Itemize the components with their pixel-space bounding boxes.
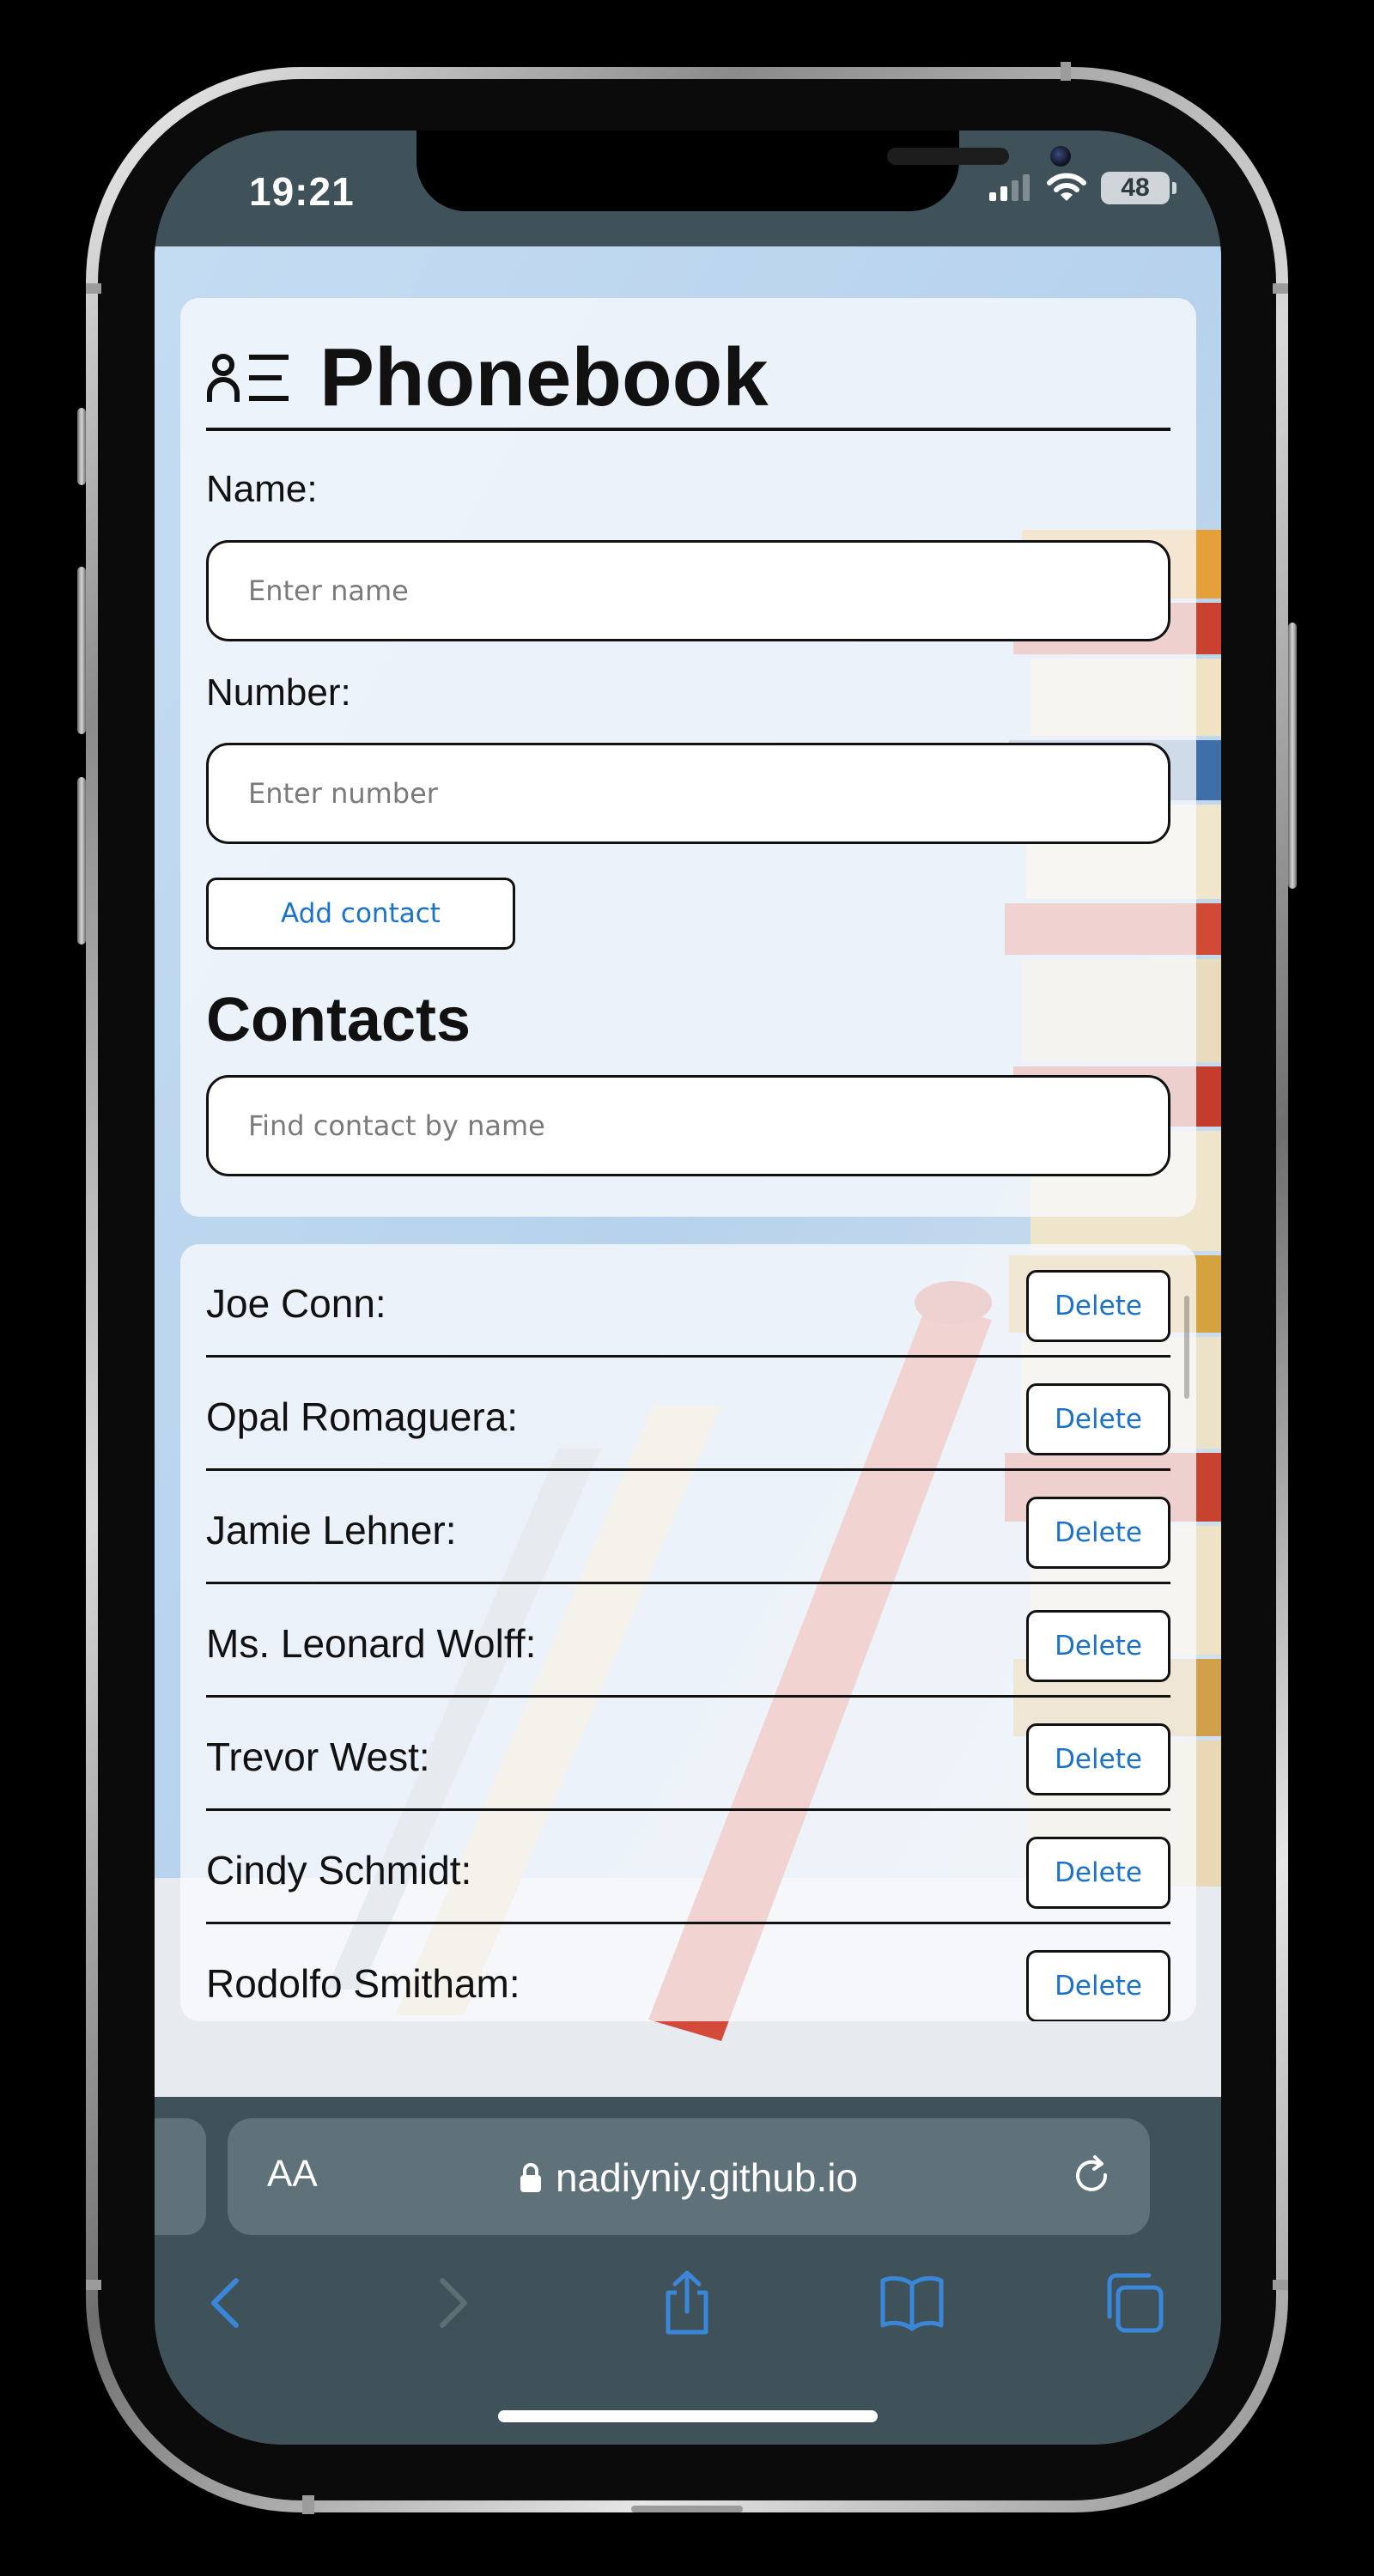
filter-input[interactable] <box>206 1075 1170 1176</box>
contact-name: Cindy Schmidt: <box>206 1848 472 1893</box>
antenna-band <box>86 283 101 294</box>
antenna-band <box>302 2495 314 2514</box>
notch <box>416 131 1071 211</box>
contact-name: Jamie Lehner: <box>206 1508 457 1552</box>
phone-screen: 19:21 48 Phonebook Name: Enter name Numb… <box>155 131 1221 2445</box>
back-icon[interactable] <box>193 2269 262 2337</box>
silent-switch <box>77 408 86 485</box>
contacts-list[interactable]: Joe Conn: Delete Opal Romaguera: Delete … <box>180 1244 1196 2021</box>
delete-button[interactable]: Delete <box>1026 1497 1170 1569</box>
power-button <box>1288 623 1297 889</box>
contact-row: Opal Romaguera: Delete <box>206 1358 1170 1471</box>
browser-chrome: AA nadiyniy.github.io <box>155 2097 1221 2445</box>
status-time: 19:21 <box>249 169 355 214</box>
contact-row: Jamie Lehner: Delete <box>206 1471 1170 1584</box>
contact-row: Joe Conn: Delete <box>206 1244 1170 1358</box>
status-icons: 48 <box>988 172 1176 204</box>
volume-down-button <box>77 777 86 945</box>
antenna-band <box>1273 283 1288 294</box>
forward-icon[interactable] <box>416 2269 485 2337</box>
delete-button[interactable]: Delete <box>1026 1270 1170 1342</box>
delete-button[interactable]: Delete <box>1026 1950 1170 2021</box>
reload-icon[interactable] <box>1069 2153 1117 2201</box>
browser-toolbar <box>155 2256 1221 2350</box>
app-header: Phonebook <box>206 328 1170 431</box>
contacts-icon <box>207 354 289 402</box>
name-input[interactable] <box>206 540 1170 641</box>
front-camera <box>1050 146 1071 167</box>
antenna-band <box>86 2280 101 2290</box>
contact-row: Trevor West: Delete <box>206 1698 1170 1811</box>
contact-row: Rodolfo Smitham: Delete <box>206 1924 1170 2021</box>
contact-name: Joe Conn: <box>206 1281 386 1326</box>
tabs-icon[interactable] <box>1099 2269 1168 2337</box>
number-label: Number: <box>206 671 351 714</box>
add-contact-button[interactable]: Add contact <box>206 878 515 950</box>
contact-row: Ms. Leonard Wolff: Delete <box>206 1584 1170 1698</box>
contact-row: Cindy Schmidt: Delete <box>206 1811 1170 1924</box>
delete-button[interactable]: Delete <box>1026 1383 1170 1455</box>
bookmarks-icon[interactable] <box>878 2269 946 2337</box>
battery-icon: 48 <box>1101 172 1176 204</box>
home-indicator[interactable] <box>498 2410 878 2422</box>
delete-button[interactable]: Delete <box>1026 1837 1170 1909</box>
contact-name: Trevor West: <box>206 1735 430 1779</box>
antenna-band <box>1061 62 1071 81</box>
url-display[interactable]: nadiyniy.github.io <box>228 2154 1150 2201</box>
page-title: Phonebook <box>319 331 769 423</box>
volume-up-button <box>77 567 86 734</box>
antenna-band <box>631 2506 743 2512</box>
url-text: nadiyniy.github.io <box>555 2155 859 2200</box>
earpiece-speaker <box>887 148 1009 165</box>
web-content[interactable]: Phonebook Name: Number: Add contact Cont… <box>155 246 1221 2097</box>
phonebook-form-card: Phonebook Name: Number: Add contact Cont… <box>180 298 1196 1217</box>
battery-level: 48 <box>1121 173 1150 202</box>
address-bar[interactable]: AA nadiyniy.github.io <box>228 2118 1150 2235</box>
list-scrollbar[interactable] <box>1184 1296 1189 1399</box>
delete-button[interactable]: Delete <box>1026 1723 1170 1795</box>
name-label: Name: <box>206 468 318 510</box>
cellular-signal-icon <box>989 174 1030 201</box>
status-bar: 19:21 48 <box>155 131 1221 246</box>
share-icon[interactable] <box>653 2269 721 2337</box>
contact-name: Opal Romaguera: <box>206 1394 519 1439</box>
lock-icon <box>520 2163 541 2192</box>
antenna-band <box>1273 2280 1288 2290</box>
delete-button[interactable]: Delete <box>1026 1610 1170 1682</box>
contact-name: Rodolfo Smitham: <box>206 1961 520 2006</box>
contact-name: Ms. Leonard Wolff: <box>206 1621 537 1666</box>
contacts-title: Contacts <box>206 986 471 1054</box>
wifi-icon <box>1047 173 1086 201</box>
previous-tab-preview[interactable] <box>155 2118 206 2235</box>
number-input[interactable] <box>206 743 1170 844</box>
